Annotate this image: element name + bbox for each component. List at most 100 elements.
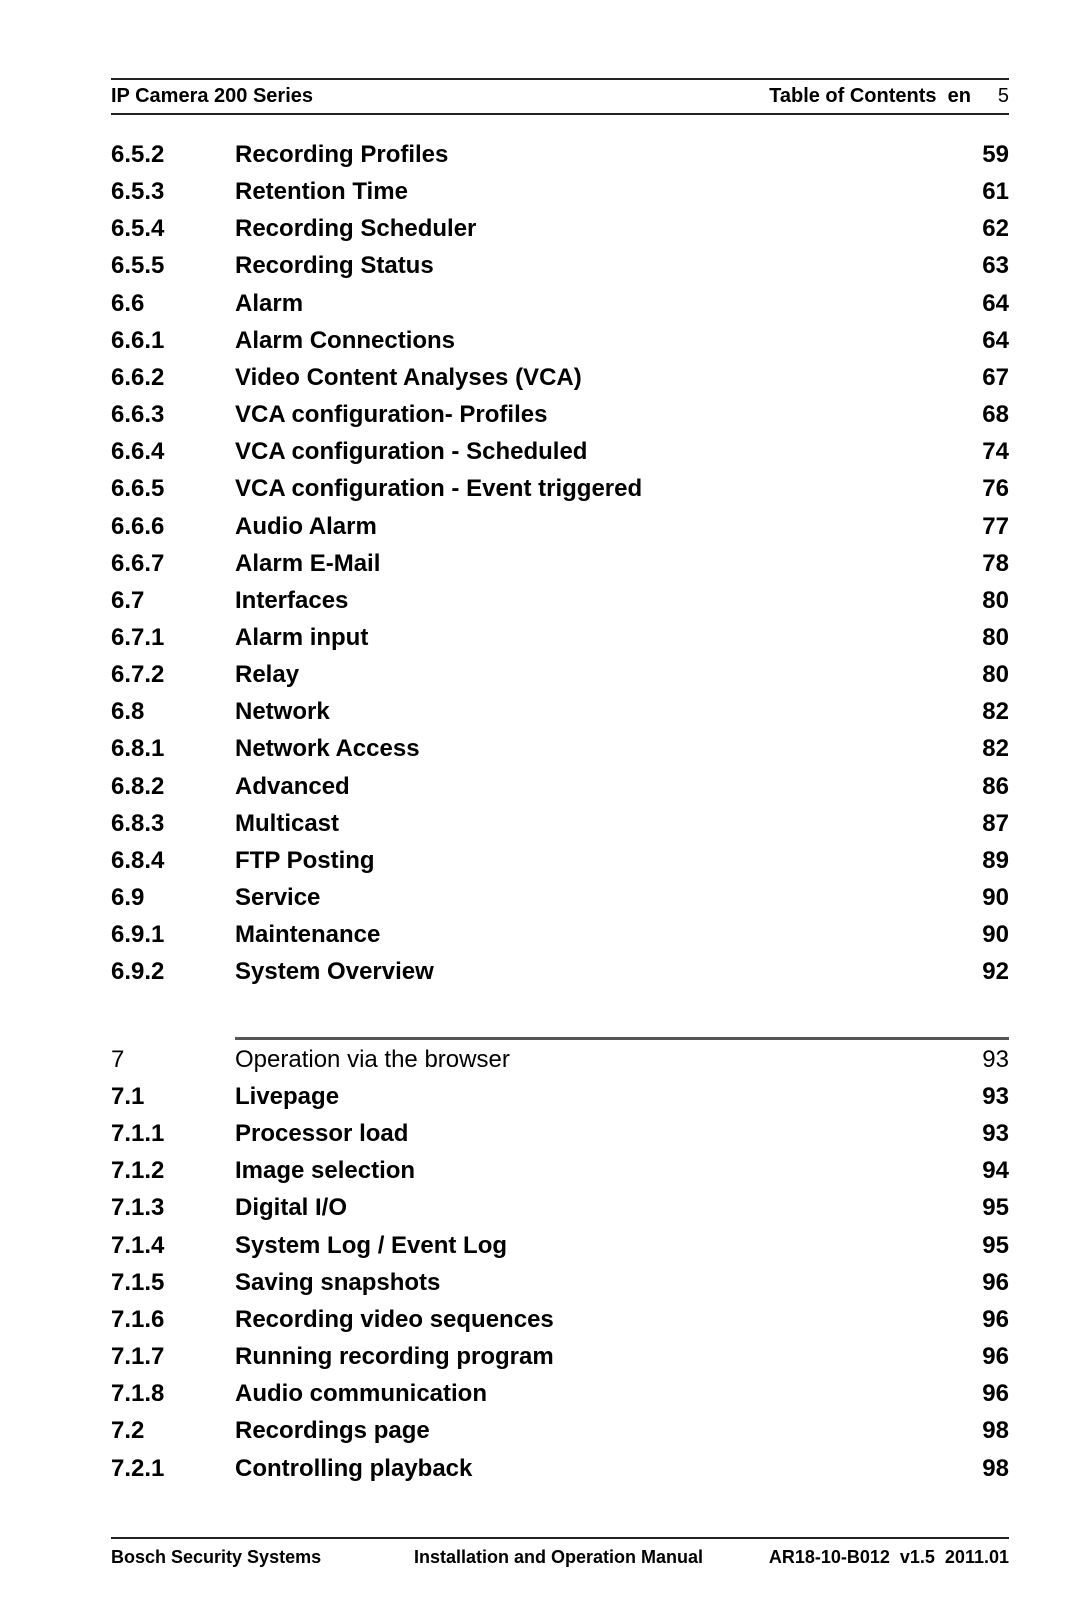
toc-entry-page: 95: [982, 1194, 1009, 1222]
toc-entry-page: 59: [982, 141, 1009, 168]
toc-entry[interactable]: 6.9 Service 90: [111, 879, 1009, 916]
toc-entry-title: Multicast: [235, 809, 340, 837]
toc-entry-number: 6.5.5: [111, 252, 165, 280]
toc-entry-title: Interfaces: [235, 586, 349, 614]
toc-chapter-entry[interactable]: 7 Operation via the browser 93: [111, 1041, 1009, 1078]
toc-entry[interactable]: 7.1.3 Digital I/O 95: [111, 1189, 1009, 1226]
toc-entry-page: 82: [982, 698, 1009, 726]
toc-entry[interactable]: 7.2.1 Controlling playback 98: [111, 1450, 1009, 1487]
toc-entry-page: 82: [982, 735, 1009, 763]
toc-entry-title: VCA configuration - Scheduled: [235, 438, 588, 466]
page-number: 5: [997, 85, 1009, 107]
toc-entry[interactable]: 6.8.1 Network Access 82: [111, 730, 1009, 767]
toc-entry-number: 6.6.5: [111, 475, 165, 503]
toc-entry[interactable]: 7.1.7 Running recording program 96: [111, 1338, 1009, 1375]
toc-entry[interactable]: 6.6.6 Audio Alarm 77: [111, 508, 1009, 545]
toc-entry-title: Image selection: [235, 1157, 416, 1185]
toc-entry-number: 6.7.1: [111, 623, 165, 651]
toc-entry-title: Network Access: [235, 735, 420, 763]
toc-entry[interactable]: 6.7.1 Alarm input 80: [111, 619, 1009, 656]
toc-entry[interactable]: 6.6.1 Alarm Connections 64: [111, 322, 1009, 359]
toc-entry-page: 96: [982, 1380, 1009, 1408]
toc-entry-number: 6.8.4: [111, 846, 165, 874]
toc-entry-title: Recording Scheduler: [235, 215, 477, 243]
toc-entry-page: 78: [982, 549, 1009, 577]
toc-entry[interactable]: 7.1.5 Saving snapshots 96: [111, 1264, 1009, 1301]
toc-entry-page: 98: [982, 1417, 1009, 1445]
toc-entry-title: Alarm Connections: [235, 326, 456, 354]
toc-entry-page: 76: [982, 475, 1009, 503]
toc-entry-number: 6.6.1: [111, 326, 165, 354]
toc-entry-title: Service: [235, 884, 321, 911]
toc-entry-number: 6.9: [111, 884, 145, 911]
toc-entry-page: 98: [982, 1454, 1009, 1482]
toc-entry[interactable]: 6.6 Alarm 64: [111, 285, 1009, 322]
toc-entry-number: 7.1.5: [111, 1268, 165, 1296]
toc-entry-page: 61: [982, 178, 1009, 206]
toc-entry-number: 6.6.3: [111, 401, 165, 429]
toc-entry[interactable]: 6.6.3 VCA configuration- Profiles 68: [111, 396, 1009, 433]
toc-entry[interactable]: 6.8.4 FTP Posting 89: [111, 842, 1009, 879]
toc-entry-page: 96: [982, 1305, 1009, 1333]
toc-entry-page: 77: [982, 512, 1009, 540]
toc-entry-title: System Log / Event Log: [235, 1231, 508, 1259]
toc-entry[interactable]: 6.5.4 Recording Scheduler 62: [111, 210, 1009, 247]
toc-entry-page: 90: [982, 921, 1009, 949]
toc-entry-number: 6.5.2: [111, 141, 165, 168]
toc-entry[interactable]: 7.1.8 Audio communication 96: [111, 1375, 1009, 1412]
toc-entry[interactable]: 6.5.2 Recording Profiles 59: [111, 136, 1009, 173]
toc-entry[interactable]: 6.8 Network 82: [111, 693, 1009, 730]
toc-entry-page: 64: [982, 326, 1009, 354]
toc-entry-page: 96: [982, 1343, 1009, 1371]
toc-entry[interactable]: 6.5.3 Retention Time 61: [111, 173, 1009, 210]
toc-entry[interactable]: 6.9.2 System Overview 92: [111, 953, 1009, 990]
toc-entry-number: 6.5.3: [111, 178, 165, 206]
toc-entry-title: Audio Alarm: [235, 512, 377, 540]
toc-entry-title: Digital I/O: [235, 1194, 348, 1222]
toc-entry-page: 93: [982, 1083, 1009, 1110]
toc-entry[interactable]: 6.7 Interfaces 80: [111, 582, 1009, 619]
toc-entry-page: 94: [982, 1157, 1009, 1185]
toc-entry-number: 7.1.4: [111, 1231, 165, 1259]
toc-entry-number: 7.1.2: [111, 1157, 165, 1185]
toc-entry-page: 93: [982, 1046, 1009, 1073]
toc-entry-number: 7.1.8: [111, 1380, 165, 1408]
toc-entry-title: Livepage: [235, 1083, 340, 1110]
toc-entry-title: Relay: [235, 661, 300, 689]
chapter-rule: [235, 1037, 1009, 1040]
toc-entry[interactable]: 7.1.6 Recording video sequences 96: [111, 1301, 1009, 1338]
toc-entry-page: 74: [982, 438, 1009, 466]
toc-entry[interactable]: 6.6.2 Video Content Analyses (VCA) 67: [111, 359, 1009, 396]
toc-entry-page: 68: [982, 401, 1009, 429]
page-footer: Bosch Security Systems Installation and …: [111, 1543, 1009, 1571]
toc-entry-title: Processor load: [235, 1120, 409, 1148]
toc-entry-page: 87: [982, 809, 1009, 837]
toc-entry[interactable]: 6.6.7 Alarm E-Mail 78: [111, 545, 1009, 582]
toc-entry-number: 6.9.1: [111, 921, 165, 949]
toc-entry-number: 7.1: [111, 1083, 145, 1110]
toc-entry[interactable]: 6.5.5 Recording Status 63: [111, 247, 1009, 284]
toc-entry[interactable]: 6.8.2 Advanced 86: [111, 768, 1009, 805]
toc-entry-page: 86: [982, 772, 1009, 800]
toc-entry[interactable]: 7.1 Livepage 93: [111, 1078, 1009, 1115]
toc-entry[interactable]: 7.1.1 Processor load 93: [111, 1115, 1009, 1152]
toc-entry-title: Network: [235, 698, 330, 726]
toc-entry-number: 6.6.7: [111, 549, 165, 577]
toc-entry-title: Alarm E-Mail: [235, 549, 381, 577]
toc-entry[interactable]: 6.9.1 Maintenance 90: [111, 916, 1009, 953]
footer-manual-name: Installation and Operation Manual: [414, 1547, 704, 1567]
toc-entry[interactable]: 7.1.4 System Log / Event Log 95: [111, 1227, 1009, 1264]
toc-entry-page: 62: [982, 215, 1009, 243]
toc-entry-page: 89: [982, 846, 1009, 874]
toc-entry[interactable]: 6.7.2 Relay 80: [111, 656, 1009, 693]
toc-entry-number: 7.1.1: [111, 1120, 165, 1148]
toc-entry-number: 6.8.2: [111, 772, 165, 800]
toc-entry-title: Recordings page: [235, 1417, 430, 1445]
toc-entry-title: Video Content Analyses (VCA): [235, 363, 582, 391]
toc-entry[interactable]: 6.6.4 VCA configuration - Scheduled 74: [111, 433, 1009, 470]
toc-entry[interactable]: 6.8.3 Multicast 87: [111, 805, 1009, 842]
language-code: en: [947, 85, 971, 107]
toc-entry[interactable]: 7.1.2 Image selection 94: [111, 1152, 1009, 1189]
toc-entry[interactable]: 7.2 Recordings page 98: [111, 1412, 1009, 1449]
toc-entry[interactable]: 6.6.5 VCA configuration - Event triggered…: [111, 470, 1009, 507]
